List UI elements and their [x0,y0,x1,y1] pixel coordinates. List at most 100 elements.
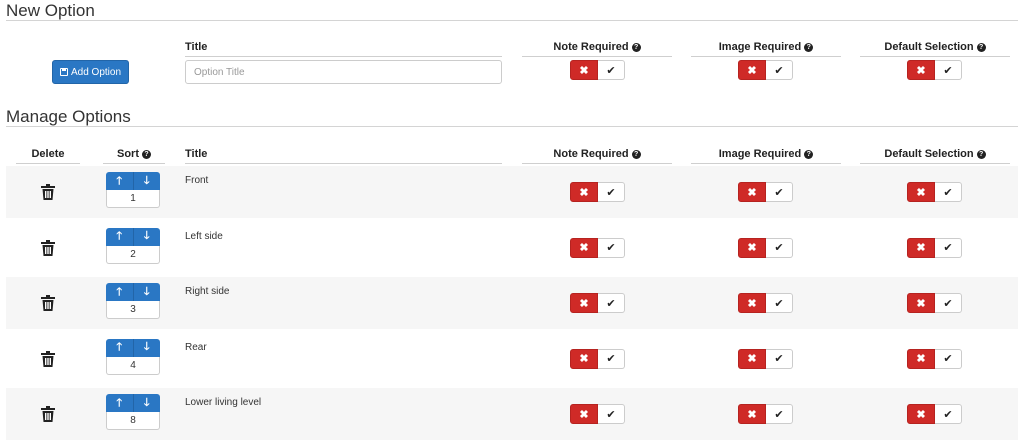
sort-control: 🡑 🡓 8 [106,394,160,432]
check-icon[interactable]: ✔ [598,404,625,424]
check-icon[interactable]: ✔ [598,237,625,258]
trash-icon[interactable] [41,184,55,200]
help-icon[interactable]: ? [976,150,986,159]
check-icon[interactable]: ✔ [598,182,625,202]
check-icon[interactable]: ✔ [935,293,962,313]
note-required-toggle[interactable]: ✖ ✔ [570,404,625,424]
no-icon[interactable]: ✖ [570,404,598,424]
delete-header: Delete [16,148,80,164]
option-title-input[interactable] [185,60,502,84]
no-icon[interactable]: ✖ [738,348,766,369]
no-icon[interactable]: ✖ [570,348,598,369]
image-required-toggle[interactable]: ✖ ✔ [738,404,793,424]
check-icon[interactable]: ✔ [766,237,793,258]
check-icon[interactable]: ✔ [935,182,962,202]
default-selection-toggle[interactable]: ✖ ✔ [907,293,962,313]
note-required-toggle[interactable]: ✖ ✔ [570,348,625,369]
manage-options-heading: Manage Options [6,107,131,126]
check-icon[interactable]: ✔ [766,60,793,80]
new-image-required-header: Image Required? [691,41,841,57]
sort-order-value[interactable]: 3 [106,301,160,319]
arrow-down-icon[interactable]: 🡓 [133,394,160,412]
default-selection-toggle[interactable]: ✖ ✔ [907,404,962,424]
check-icon[interactable]: ✔ [766,182,793,202]
no-icon[interactable]: ✖ [738,182,766,202]
help-icon[interactable]: ? [631,150,641,159]
sort-control: 🡑 🡓 4 [106,338,160,377]
default-selection-toggle[interactable]: ✖ ✔ [907,348,962,369]
no-icon[interactable]: ✖ [907,293,935,313]
no-icon[interactable]: ✖ [570,60,598,80]
arrow-up-icon[interactable]: 🡑 [106,283,134,301]
note-required-toggle[interactable]: ✖ ✔ [570,237,625,258]
image-required-header: Image Required? [691,148,841,164]
help-icon[interactable]: ? [142,150,151,159]
arrow-down-icon[interactable]: 🡓 [133,172,160,190]
option-title: Front [185,175,209,186]
no-icon[interactable]: ✖ [907,404,935,424]
image-required-toggle[interactable]: ✖ ✔ [738,237,793,258]
option-title: Left side [185,230,223,242]
trash-icon[interactable] [41,350,55,367]
check-icon[interactable]: ✔ [935,404,962,424]
arrow-up-icon[interactable]: 🡑 [106,227,134,246]
help-icon[interactable]: ? [804,43,814,52]
no-icon[interactable]: ✖ [738,237,766,258]
check-icon[interactable]: ✔ [766,293,793,313]
sort-header: Sort? [103,148,165,164]
divider [6,126,1018,127]
default-selection-toggle[interactable]: ✖ ✔ [907,182,962,202]
no-icon[interactable]: ✖ [570,237,598,258]
no-icon[interactable]: ✖ [570,293,598,313]
image-required-toggle[interactable]: ✖ ✔ [738,293,793,313]
new-default-selection-toggle[interactable]: ✖ ✔ [907,60,962,80]
sort-order-value[interactable]: 8 [106,412,160,430]
arrow-up-icon[interactable]: 🡑 [106,172,134,190]
save-icon [59,68,68,76]
sort-control: 🡑 🡓 1 [106,172,160,210]
arrow-down-icon[interactable]: 🡓 [133,227,160,246]
help-icon[interactable]: ? [804,150,814,159]
image-required-toggle[interactable]: ✖ ✔ [738,348,793,369]
no-icon[interactable]: ✖ [738,293,766,313]
check-icon[interactable]: ✔ [766,404,793,424]
trash-icon[interactable] [41,295,55,311]
sort-order-value[interactable]: 2 [106,245,160,264]
option-title: Right side [185,286,230,297]
check-icon[interactable]: ✔ [935,60,962,80]
no-icon[interactable]: ✖ [738,60,766,80]
check-icon[interactable]: ✔ [935,237,962,258]
no-icon[interactable]: ✖ [907,60,935,80]
sort-order-value[interactable]: 1 [106,190,160,208]
check-icon[interactable]: ✔ [935,348,962,369]
new-note-required-toggle[interactable]: ✖ ✔ [570,60,625,80]
sort-control: 🡑 🡓 3 [106,283,160,321]
arrow-down-icon[interactable]: 🡓 [133,338,160,357]
no-icon[interactable]: ✖ [907,182,935,202]
note-required-toggle[interactable]: ✖ ✔ [570,293,625,313]
note-required-toggle[interactable]: ✖ ✔ [570,182,625,202]
arrow-up-icon[interactable]: 🡑 [106,338,134,357]
no-icon[interactable]: ✖ [907,348,935,369]
check-icon[interactable]: ✔ [598,60,625,80]
check-icon[interactable]: ✔ [598,348,625,369]
new-note-required-header: Note Required? [522,41,672,57]
add-option-button[interactable]: Add Option [52,60,129,84]
arrow-down-icon[interactable]: 🡓 [133,283,160,301]
add-option-label: Add Option [70,66,122,78]
no-icon[interactable]: ✖ [570,182,598,202]
sort-order-value[interactable]: 4 [106,356,160,375]
new-image-required-toggle[interactable]: ✖ ✔ [738,60,793,80]
check-icon[interactable]: ✔ [598,293,625,313]
help-icon[interactable]: ? [976,43,986,52]
trash-icon[interactable] [41,406,55,422]
image-required-toggle[interactable]: ✖ ✔ [738,182,793,202]
default-selection-toggle[interactable]: ✖ ✔ [907,237,962,258]
check-icon[interactable]: ✔ [766,348,793,369]
trash-icon[interactable] [41,239,55,256]
no-icon[interactable]: ✖ [738,404,766,424]
option-title: Rear [185,341,207,353]
no-icon[interactable]: ✖ [907,237,935,258]
help-icon[interactable]: ? [631,43,641,52]
arrow-up-icon[interactable]: 🡑 [106,394,134,412]
